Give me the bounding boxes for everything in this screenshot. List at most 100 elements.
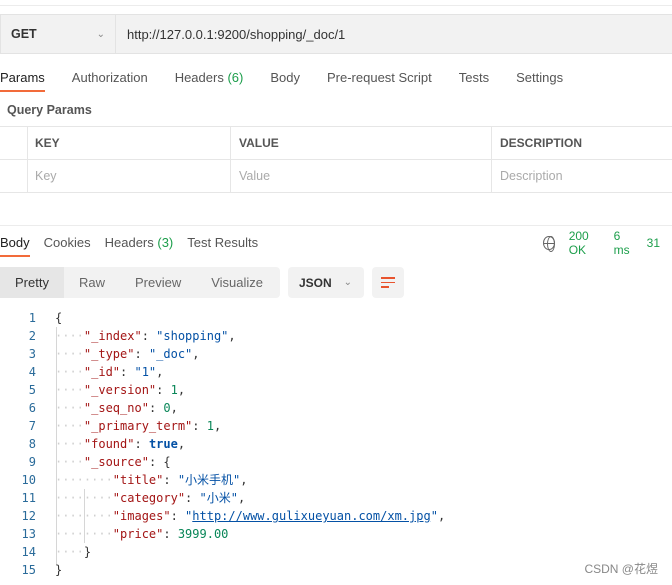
response-tab-body[interactable]: Body	[0, 231, 30, 257]
response-tab-test-results[interactable]: Test Results	[187, 231, 258, 255]
code-line: 15}	[0, 561, 445, 579]
code-token: ········	[55, 509, 113, 523]
code-token: ,	[237, 491, 246, 505]
code-line: 11 ········ "category": "小米",	[0, 489, 445, 507]
line-number: 6	[28, 401, 36, 415]
tab-headers[interactable]: Headers (6)	[175, 66, 244, 90]
code-token: ,	[213, 419, 222, 433]
response-time[interactable]: 6 ms	[614, 229, 635, 257]
description-input[interactable]: Description	[492, 160, 672, 192]
url-link[interactable]: http://www.gulixueyuan.com/xm.jpg	[192, 507, 430, 525]
table-row: Key Value Description	[0, 160, 672, 193]
code-line: 9 ···· "_source": {	[0, 453, 445, 471]
code-token: ,	[156, 365, 164, 379]
wrap-lines-button[interactable]	[372, 267, 404, 298]
response-tab-headers[interactable]: Headers (3)	[105, 231, 174, 255]
line-number: 12	[21, 509, 36, 523]
code-token: ,	[177, 437, 186, 451]
code-token: 3999.00	[177, 527, 229, 541]
tab-tests[interactable]: Tests	[459, 66, 489, 90]
response-size[interactable]: 31	[647, 236, 660, 250]
view-raw[interactable]: Raw	[64, 267, 120, 298]
code-token: "_index"	[83, 329, 142, 343]
code-token: :	[148, 401, 164, 415]
code-token: ····	[55, 383, 84, 397]
response-body-editor[interactable]: 1{2 ···· "_index": "shopping", 3 ···· "_type"…	[0, 309, 446, 579]
column-value: VALUE	[231, 127, 492, 159]
response-tab-cookies[interactable]: Cookies	[44, 231, 91, 255]
code-token: 0	[163, 401, 171, 415]
line-number: 4	[28, 365, 36, 379]
divider	[0, 5, 672, 6]
tab-count-badge: (6)	[227, 70, 244, 85]
tab-settings[interactable]: Settings	[516, 66, 563, 90]
code-token: 1	[170, 383, 178, 397]
response-status: 200 OK 6 ms 31	[543, 229, 672, 257]
line-number: 9	[28, 455, 36, 469]
column-description: DESCRIPTION	[500, 136, 583, 150]
chevron-down-icon: ⌄	[343, 277, 352, 288]
view-pretty[interactable]: Pretty	[0, 267, 64, 298]
code-token: {	[55, 311, 63, 325]
code-token: ,	[170, 401, 178, 415]
chevron-down-icon: ⌄	[96, 28, 105, 40]
table-header-row: KEY VALUE DESCRIPTION	[0, 127, 672, 160]
globe-icon[interactable]	[543, 236, 555, 252]
tab-params[interactable]: Params	[0, 66, 45, 92]
code-token: "1"	[134, 365, 157, 379]
code-token: "_doc"	[148, 347, 193, 361]
url-input[interactable]: http://127.0.0.1:9200/shopping/_doc/1	[116, 27, 345, 42]
key-input[interactable]: Key	[28, 160, 231, 192]
watermark: CSDN @花煜	[584, 562, 658, 576]
line-number: 13	[21, 527, 36, 541]
code-token: ,	[177, 383, 186, 397]
value-input[interactable]: Value	[231, 160, 492, 192]
code-token: "category"	[112, 491, 186, 505]
code-token: "found"	[83, 437, 135, 451]
code-token: "images"	[112, 509, 171, 523]
code-token: :	[141, 329, 157, 343]
method-label: GET	[11, 27, 37, 41]
tab-body[interactable]: Body	[270, 66, 300, 90]
code-line: 5 ···· "_version": 1,	[0, 381, 445, 399]
view-preview[interactable]: Preview	[120, 267, 196, 298]
code-token: "_id"	[83, 365, 121, 379]
code-line: 14 ····}	[0, 543, 445, 561]
line-number: 10	[21, 473, 36, 487]
tab-authorization[interactable]: Authorization	[72, 66, 148, 90]
code-token: :	[163, 473, 178, 487]
tab-label: Pre-request Script	[326, 70, 432, 85]
code-token: ····	[55, 419, 84, 433]
code-token: :	[185, 491, 200, 505]
code-token: "_primary_term"	[83, 419, 193, 433]
tab-label: Params	[0, 70, 45, 85]
line-number: 8	[28, 437, 36, 451]
request-tabs: Params Authorization Headers (6) Body Pre-re…	[0, 66, 590, 92]
code-token: ,	[240, 473, 248, 487]
code-token: ····	[55, 455, 84, 469]
code-token: :	[120, 365, 135, 379]
code-line: 8 ···· "found": true,	[0, 435, 445, 453]
tab-label: Headers	[174, 70, 224, 85]
code-token: :	[134, 347, 149, 361]
code-token: ····	[55, 365, 84, 379]
view-visualize[interactable]: Visualize	[196, 267, 278, 298]
tab-label: Settings	[516, 70, 564, 85]
code-token: ····	[55, 347, 84, 361]
tab-label: Tests	[458, 70, 490, 85]
code-line: 10 ········ "title": "小米手机",	[0, 471, 445, 489]
divider	[0, 225, 672, 226]
code-line: 2 ···· "_index": "shopping",	[0, 327, 445, 345]
code-line: 13 ········ "price": 3999.00	[0, 525, 445, 543]
format-select[interactable]: JSON ⌄	[288, 267, 364, 298]
code-token: ····	[55, 545, 84, 559]
tab-label: Authorization	[71, 70, 148, 85]
column-key: KEY	[28, 127, 231, 159]
method-select[interactable]: GET ⌄	[1, 15, 116, 53]
status-code[interactable]: 200 OK	[569, 229, 602, 257]
line-number: 3	[28, 347, 36, 361]
line-number: 1	[28, 311, 36, 325]
code-token: :	[192, 419, 207, 433]
tab-pre-request-script[interactable]: Pre-request Script	[327, 66, 432, 90]
tab-label: Test Results	[187, 235, 259, 250]
